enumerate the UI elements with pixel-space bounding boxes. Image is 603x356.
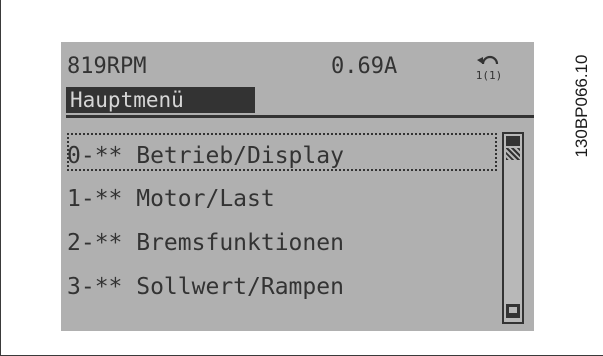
current-readout: 0.69A	[331, 54, 398, 79]
menu-item-bremsfunktionen[interactable]: 2-** Bremsfunktionen	[67, 230, 344, 256]
speed-readout: 819RPM	[67, 54, 147, 79]
figure-id-text: 130BP066.10	[572, 54, 591, 158]
title-divider	[66, 115, 534, 118]
menu-item-motor-last[interactable]: 1-** Motor/Last	[67, 186, 275, 212]
scroll-thumb[interactable]	[506, 148, 520, 160]
lcp-display: 819RPM 0.69A 1(1) Hauptmenü 0-** Betrieb…	[61, 42, 534, 331]
figure-id-label: 130BP066.10	[572, 18, 592, 194]
scroll-up-arrow[interactable]	[506, 136, 520, 146]
scrollbar[interactable]	[502, 132, 524, 324]
menu-title-bar: Hauptmenü	[66, 87, 255, 113]
setup-1-icon: 1(1)	[476, 55, 503, 82]
menu-item-sollwert-rampen[interactable]: 3-** Sollwert/Rampen	[67, 274, 344, 300]
scroll-down-arrow[interactable]	[506, 304, 520, 318]
setup-label: 1(1)	[476, 69, 503, 82]
menu-title: Hauptmenü	[70, 88, 184, 112]
menu-item-betrieb-display[interactable]: 0-** Betrieb/Display	[67, 143, 344, 169]
